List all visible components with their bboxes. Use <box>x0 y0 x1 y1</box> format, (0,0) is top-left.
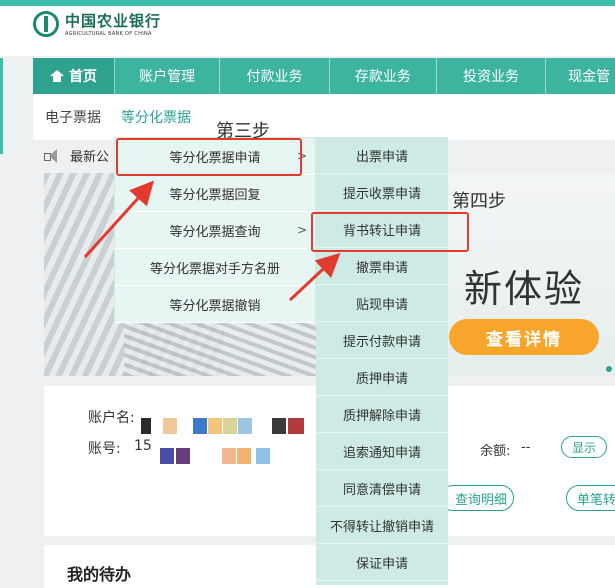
arrow-to-application <box>83 180 155 259</box>
arrow-to-endorsement <box>288 252 341 302</box>
annotation-arrows <box>83 180 341 302</box>
